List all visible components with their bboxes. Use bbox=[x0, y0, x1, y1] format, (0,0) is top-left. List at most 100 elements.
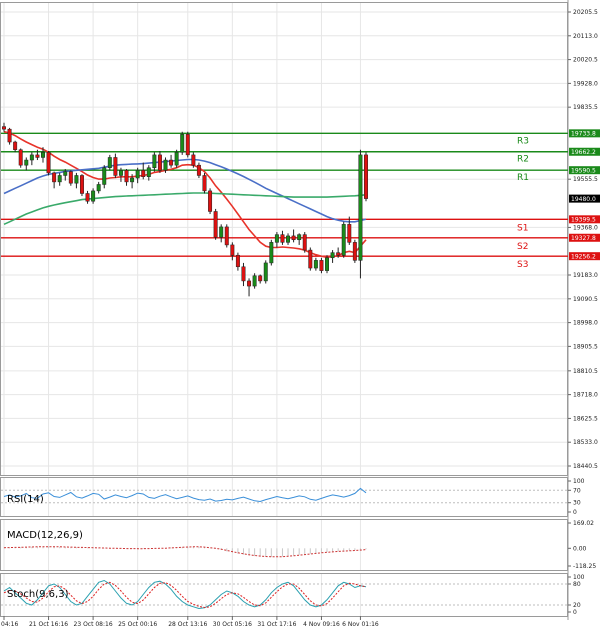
stoch-tick-label: 100 bbox=[573, 574, 585, 581]
price-tick-label: 18533.0 bbox=[573, 439, 598, 446]
candle-body bbox=[336, 252, 341, 256]
price-tick-label: 19928.0 bbox=[573, 80, 598, 87]
candle-body bbox=[79, 175, 84, 194]
level-badge-label: 19399.5 bbox=[571, 217, 596, 224]
candle-body bbox=[252, 275, 257, 287]
price-tick-label: 19835.5 bbox=[573, 104, 598, 111]
time-tick-label: 23 Oct 08:16 bbox=[74, 621, 113, 628]
stoch-title: Stoch(9,6,3) bbox=[7, 589, 69, 600]
price-tick-label: 19183.0 bbox=[573, 272, 598, 279]
candle-body bbox=[280, 234, 285, 243]
candle-body bbox=[157, 154, 162, 171]
candle-body bbox=[219, 226, 224, 238]
time-tick-label: 04:16 bbox=[1, 621, 18, 628]
candle-body bbox=[2, 126, 6, 130]
level-name-r3: R3 bbox=[517, 136, 529, 146]
candle-body bbox=[258, 275, 263, 282]
candle-body bbox=[191, 154, 196, 166]
candle-body bbox=[202, 175, 207, 192]
trading-chart: R3 R2 R1 S1 S2 S3 20205.5 20113.0 20020.5 19928.… bbox=[0, 0, 600, 632]
price-tick-label: 18440.5 bbox=[573, 463, 598, 470]
candle-body bbox=[291, 235, 296, 241]
time-tick-label: 21 Oct 16:16 bbox=[29, 621, 68, 628]
candle-body bbox=[124, 170, 129, 183]
time-tick-label: 4 Nov 09:16 bbox=[303, 621, 340, 628]
candle-body bbox=[263, 262, 268, 282]
candle-body bbox=[230, 244, 235, 256]
rsi-tick-label: 70 bbox=[573, 487, 581, 494]
candle-body bbox=[213, 211, 218, 238]
price-tick-label: 18718.0 bbox=[573, 392, 598, 399]
macd-title: MACD(12,26,9) bbox=[7, 530, 83, 541]
candle-body bbox=[269, 242, 274, 264]
candle-body bbox=[52, 172, 57, 183]
macd-tick-label: 169.02 bbox=[573, 520, 594, 527]
macd-tick-label: -118.25 bbox=[573, 563, 596, 570]
level-badge-label: 19256.2 bbox=[571, 253, 596, 260]
level-badge-label: 19590.5 bbox=[571, 167, 596, 174]
rsi-title: RSI(14) bbox=[7, 494, 44, 505]
candle-body bbox=[35, 154, 40, 158]
price-tick-label: 19368.0 bbox=[573, 224, 598, 231]
current-price-label: 19480.0 bbox=[571, 196, 596, 203]
candle-body bbox=[325, 257, 329, 271]
candle-body bbox=[163, 159, 168, 171]
level-name-s3: S3 bbox=[517, 260, 528, 270]
candle-body bbox=[358, 154, 363, 261]
price-tick-label: 20113.0 bbox=[573, 33, 598, 40]
candle-body bbox=[152, 154, 157, 168]
candle-body bbox=[185, 134, 190, 156]
chart-canvas: R3 R2 R1 S1 S2 S3 20205.5 20113.0 20020.5 19928.… bbox=[0, 0, 600, 632]
candle-body bbox=[96, 184, 101, 192]
candle-body bbox=[308, 249, 313, 269]
candle-body bbox=[169, 159, 174, 166]
candle-body bbox=[130, 177, 135, 183]
candle-body bbox=[364, 154, 368, 199]
price-tick-label: 20205.5 bbox=[573, 9, 598, 16]
rsi-tick-label: 30 bbox=[573, 500, 581, 507]
candle-body bbox=[113, 157, 118, 176]
price-tick-label: 19090.5 bbox=[573, 296, 598, 303]
stoch-tick-label: 80 bbox=[573, 581, 581, 588]
candle-body bbox=[347, 224, 352, 243]
candle-body bbox=[91, 190, 96, 202]
candle-body bbox=[68, 171, 73, 184]
price-badges: 19733.8 19662.2 19590.5 19399.5 19327.8 19256… bbox=[569, 129, 600, 260]
time-tick-label: 31 Oct 17:16 bbox=[257, 621, 296, 628]
candle-body bbox=[46, 152, 51, 174]
rsi-tick-label: 0 bbox=[573, 509, 577, 516]
candle-body bbox=[241, 266, 246, 282]
level-badge-label: 19662.2 bbox=[571, 149, 596, 156]
candle-body bbox=[297, 234, 302, 241]
candle-body bbox=[107, 157, 112, 168]
candle-body bbox=[286, 235, 291, 243]
candle-body bbox=[196, 164, 201, 176]
level-name-s1: S1 bbox=[517, 223, 528, 233]
level-badge-label: 19327.8 bbox=[571, 235, 596, 242]
candle-body bbox=[180, 134, 185, 153]
rsi-tick-label: 100 bbox=[573, 478, 585, 485]
candle-body bbox=[235, 254, 240, 268]
time-tick-label: 6 Nov 01:16 bbox=[342, 621, 379, 628]
time-tick-label: 28 Oct 13:16 bbox=[168, 621, 207, 628]
candle-body bbox=[302, 234, 307, 251]
price-tick-label: 20020.5 bbox=[573, 57, 598, 64]
level-name-r1: R1 bbox=[517, 173, 529, 183]
candle-body bbox=[29, 154, 34, 161]
price-tick-label: 18625.5 bbox=[573, 415, 598, 422]
candle-body bbox=[174, 152, 179, 166]
candle-body bbox=[7, 128, 12, 143]
price-tick-label: 19555.5 bbox=[573, 176, 598, 183]
price-tick-label: 18998.0 bbox=[573, 320, 598, 327]
level-badge-label: 19733.8 bbox=[571, 131, 596, 138]
time-tick-label: 25 Oct 00:16 bbox=[118, 621, 157, 628]
candle-body bbox=[146, 167, 151, 178]
candle-body bbox=[330, 252, 335, 259]
price-tick-label: 18810.5 bbox=[573, 368, 598, 375]
candle-body bbox=[57, 175, 62, 183]
candle-body bbox=[18, 149, 23, 166]
candle-body bbox=[274, 234, 279, 243]
candle-body bbox=[13, 141, 18, 150]
candle-body bbox=[63, 171, 68, 176]
candle-body bbox=[85, 193, 90, 202]
